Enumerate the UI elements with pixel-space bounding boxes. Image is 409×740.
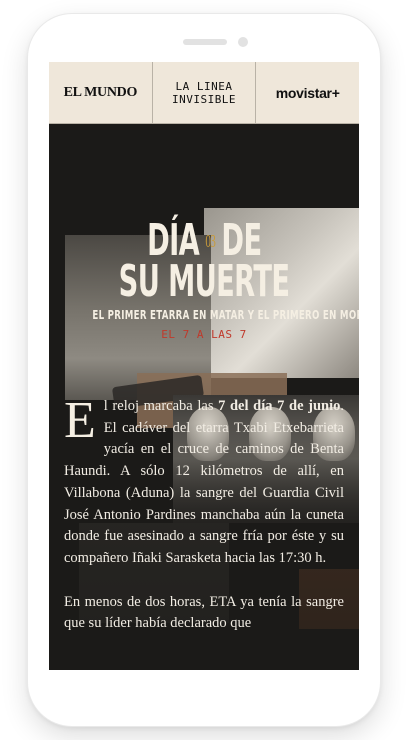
phone-camera	[238, 37, 248, 47]
movistar-logo: movistar+	[275, 84, 340, 101]
elmundo-logo: EL MUNDO	[63, 84, 138, 100]
article-body: El reloj marcaba las 7 del día 7 de juni…	[64, 392, 345, 657]
brand-header: EL MUNDO LA LINEA INVISIBLE movistar+	[49, 62, 359, 124]
linea-invisible-logo-link[interactable]: LA LINEA INVISIBLE	[151, 62, 256, 123]
linea-logo-line2: INVISIBLE	[171, 92, 237, 106]
linea-invisible-logo: LA LINEA INVISIBLE	[172, 80, 236, 106]
para1-rest: . El cadáver del etarra Txabi Etxebarrie…	[64, 398, 345, 566]
para1-lead: l reloj marcaba las	[103, 398, 219, 414]
linea-logo-line1: LA LINEA	[175, 79, 233, 93]
dropcap: E	[64, 392, 96, 449]
hero-title: DÍA 03 DE SU MUERTE EL PRIMER ETARRA EN …	[49, 218, 359, 342]
screen: EL MUNDO LA LINEA INVISIBLE movistar+ DÍ…	[49, 62, 359, 670]
article-paragraph: El reloj marcaba las 7 del día 7 de juni…	[64, 392, 345, 570]
hero-subtitle: EL PRIMER ETARRA EN MATAR Y EL PRIMERO E…	[92, 308, 359, 322]
title-line2: SU MUERTE	[118, 256, 290, 307]
hero-dates: EL 7 A LAS 7	[161, 328, 247, 341]
para1-bold: 7 del día 7 de junio	[218, 398, 341, 414]
phone-speaker	[183, 39, 227, 45]
movistar-logo-link[interactable]: movistar+	[255, 62, 359, 123]
article-paragraph: En menos de dos horas, ETA ya tenía la s…	[64, 593, 344, 632]
elmundo-logo-link[interactable]: EL MUNDO	[49, 62, 152, 123]
